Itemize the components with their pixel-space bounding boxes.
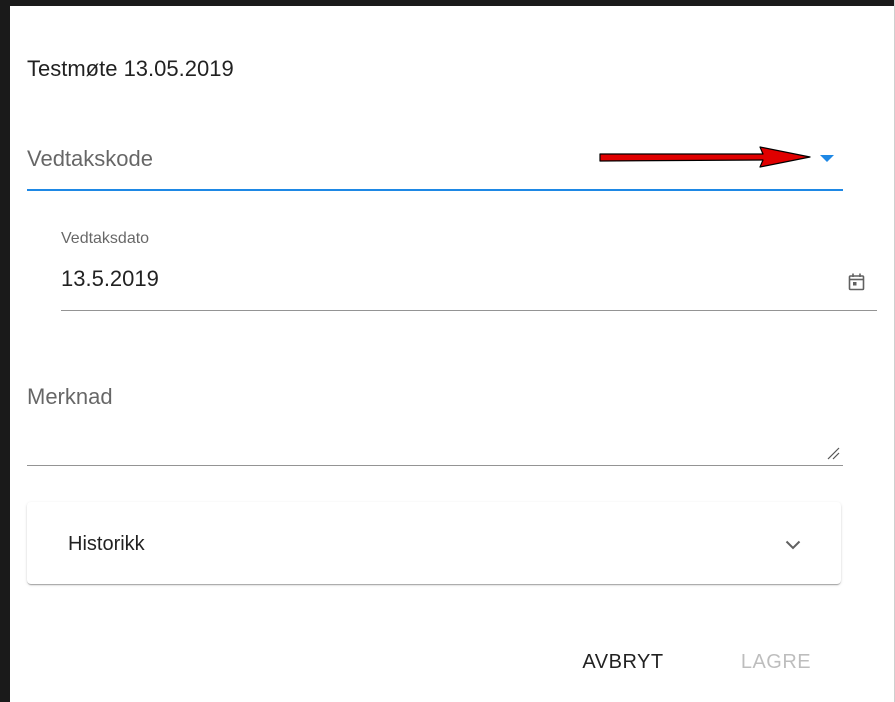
calendar-icon[interactable]	[848, 273, 865, 291]
red-arrow-pointer-icon	[599, 146, 811, 168]
history-panel-title: Historikk	[68, 533, 145, 555]
decision-code-placeholder: Vedtakskode	[27, 146, 153, 171]
dialog-title: Testmøte 13.05.2019	[27, 56, 234, 81]
window-border-top	[0, 0, 895, 6]
decision-date-value[interactable]: 13.5.2019	[61, 266, 159, 292]
history-expansion-panel[interactable]: Historikk	[27, 502, 841, 584]
remark-label: Merknad	[27, 384, 113, 409]
remark-textarea[interactable]	[27, 418, 831, 462]
save-button[interactable]: LAGRE	[726, 644, 826, 680]
decision-date-underline	[61, 310, 877, 311]
remark-underline	[27, 465, 843, 466]
decision-date-field[interactable]: Vedtaksdato 13.5.2019	[61, 222, 877, 311]
resize-handle-icon[interactable]	[826, 446, 840, 460]
decision-code-underline	[27, 189, 843, 191]
arrow-drop-down-icon[interactable]	[820, 155, 834, 162]
remark-field[interactable]: Merknad	[27, 374, 843, 466]
decision-date-label: Vedtaksdato	[61, 230, 150, 247]
chevron-down-icon[interactable]	[785, 540, 801, 550]
cancel-button[interactable]: AVBRYT	[568, 644, 678, 680]
window-border-left	[0, 0, 10, 702]
